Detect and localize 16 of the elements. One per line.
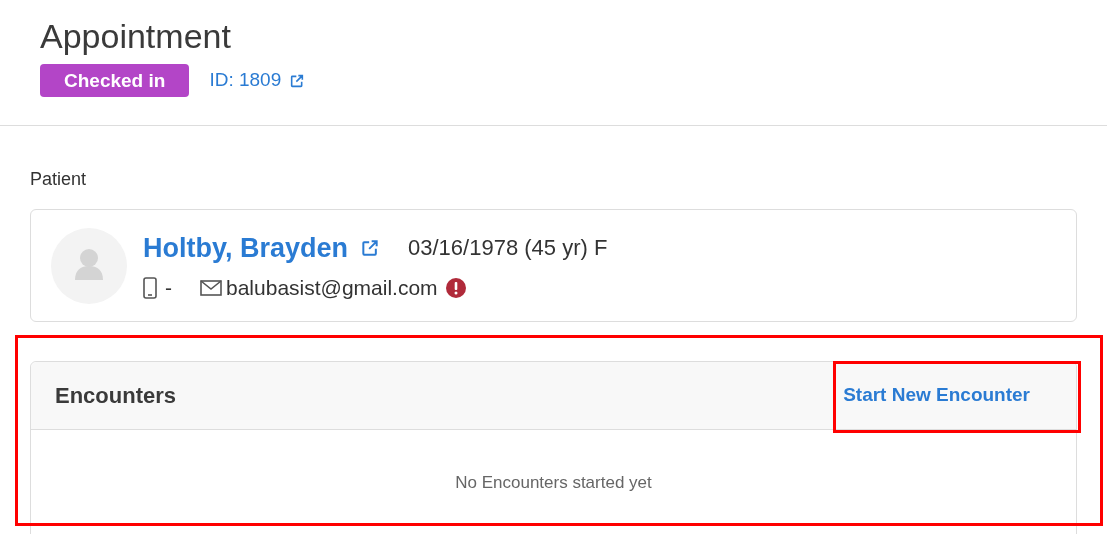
email-text: balubasist@gmail.com [226,275,438,301]
section-label: Patient [30,168,88,191]
page-title: Appointment [40,16,232,56]
mail-icon [200,279,222,296]
id-link[interactable]: ID: 1809 [209,66,282,95]
phone-text: - [165,275,172,301]
empty-message: No Encounters started yet [454,472,653,494]
start-encounter-button[interactable]: Start New Encounter [823,361,1050,430]
phone-icon [143,276,157,299]
status-badge: Checked in [40,64,190,97]
patient-dob: 03/16/1978 (45 yr) F [408,234,608,263]
patient-name-link[interactable]: Holtby, Brayden [143,227,349,268]
panel-title: Encounters [55,382,177,410]
external-link-icon[interactable] [289,72,306,89]
external-link-icon[interactable] [360,237,381,258]
avatar-icon [51,227,127,304]
